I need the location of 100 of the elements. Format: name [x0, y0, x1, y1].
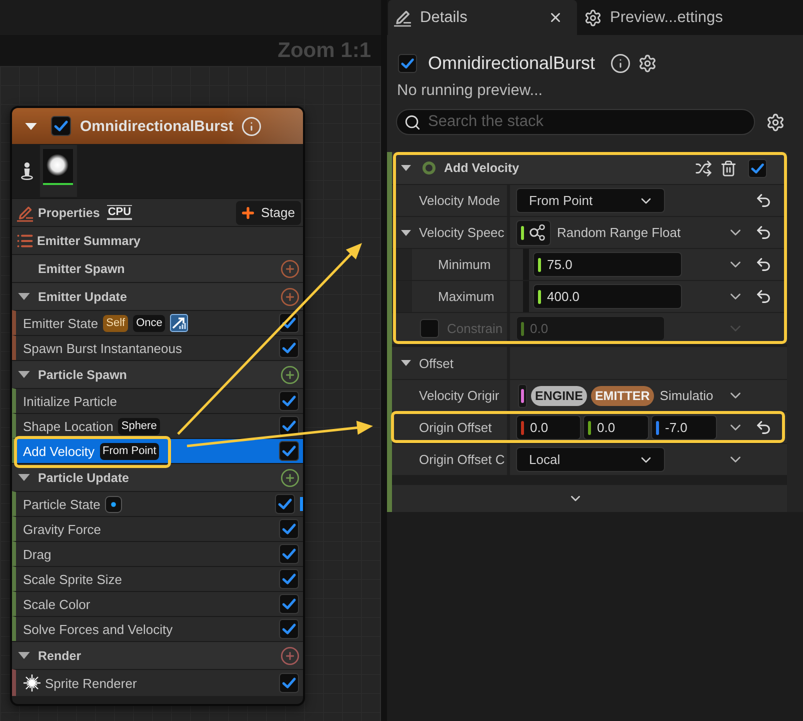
- module-row[interactable]: Particle State: [12, 491, 303, 516]
- checkbox[interactable]: [279, 519, 299, 539]
- curved-arrow-icon[interactable]: [754, 224, 772, 241]
- module-row[interactable]: Scale Color: [12, 591, 303, 616]
- property-label: Velocity Speec: [419, 225, 504, 240]
- tag: EMITTER: [590, 386, 654, 406]
- tag: From Point: [100, 442, 160, 460]
- trash-icon[interactable]: [720, 160, 737, 176]
- checkbox[interactable]: [279, 673, 299, 693]
- checkbox[interactable]: [51, 116, 71, 136]
- linked-input-button[interactable]: [518, 384, 527, 408]
- curved-arrow-icon[interactable]: [754, 288, 772, 305]
- checkbox[interactable]: [279, 594, 299, 614]
- tab[interactable]: Details: [388, 0, 577, 35]
- checkbox[interactable]: [279, 416, 299, 436]
- curved-arrow-icon[interactable]: [754, 256, 772, 273]
- checkbox[interactable]: [279, 544, 299, 564]
- tag: ENGINE: [531, 386, 587, 406]
- tag: Sphere: [118, 418, 160, 434]
- checkbox[interactable]: [279, 338, 299, 358]
- caret-down-icon[interactable]: [401, 165, 411, 171]
- number-field[interactable]: 0.0: [583, 415, 649, 440]
- property-label: Maximum: [438, 289, 494, 304]
- checkbox[interactable]: [279, 619, 299, 639]
- checkbox[interactable]: [275, 494, 295, 514]
- stage-header[interactable]: Particle Update: [12, 463, 303, 491]
- info-icon[interactable]: [241, 116, 262, 136]
- tag: Once: [133, 314, 166, 332]
- number-field[interactable]: -7.0: [651, 415, 717, 440]
- settings-icon[interactable]: [638, 54, 658, 72]
- checkbox[interactable]: [398, 54, 417, 72]
- plus-circle-icon[interactable]: [280, 286, 300, 306]
- shuffle-icon[interactable]: [695, 160, 712, 176]
- pencil-icon: [16, 204, 34, 222]
- summary-row[interactable]: Emitter Summary: [12, 226, 303, 254]
- caret-down-icon[interactable]: [18, 474, 30, 481]
- number-field[interactable]: 400.0: [533, 284, 682, 309]
- node-title: OmnidirectionalBurst: [80, 118, 234, 134]
- value-text: Simulatio: [660, 388, 714, 403]
- close-icon[interactable]: [548, 10, 563, 25]
- property-label: Origin Offset C: [419, 452, 505, 467]
- caret-down-icon[interactable]: [401, 360, 411, 366]
- sprite-thumbnail[interactable]: [40, 145, 77, 197]
- plus-circle-icon[interactable]: [280, 258, 300, 278]
- property-label: Velocity Origir: [419, 388, 500, 403]
- checkbox[interactable]: [279, 569, 299, 589]
- caret-down-icon[interactable]: [18, 293, 30, 300]
- curved-arrow-icon[interactable]: [754, 419, 772, 436]
- status-text: No running preview...: [397, 81, 544, 101]
- caret-down-icon[interactable]: [18, 371, 30, 378]
- plus-circle-icon[interactable]: [280, 468, 300, 488]
- search-field[interactable]: Search the stack: [396, 109, 755, 135]
- module-row[interactable]: Sprite Renderer: [12, 669, 303, 696]
- plus-circle-icon[interactable]: [280, 646, 300, 666]
- plus-circle-icon[interactable]: [280, 364, 300, 384]
- number-field[interactable]: 75.0: [533, 252, 682, 277]
- dropdown[interactable]: From Point: [516, 188, 665, 213]
- curved-arrow-icon[interactable]: [754, 192, 772, 209]
- module-row[interactable]: Spawn Burst Instantaneous: [12, 335, 303, 360]
- emitter-node[interactable]: [10, 106, 305, 706]
- figure-icon[interactable]: [21, 162, 33, 180]
- caret-down-icon[interactable]: [25, 122, 37, 130]
- stage-header[interactable]: Emitter Update: [12, 282, 303, 310]
- starburst-icon: [23, 674, 41, 692]
- emitter-name: OmnidirectionalBurst: [428, 52, 596, 74]
- module-row[interactable]: Initialize Particle: [12, 388, 303, 413]
- dropdown[interactable]: Local: [516, 447, 665, 472]
- ring-icon: [422, 161, 436, 175]
- module-row[interactable]: Emitter State Self Once: [12, 310, 303, 335]
- module-title: Add Velocity: [444, 161, 520, 175]
- stage-header[interactable]: Particle Spawn: [12, 360, 303, 388]
- plus-icon: [240, 204, 256, 220]
- chart-icon: [170, 314, 188, 332]
- sim-target-label: CPU: [106, 205, 132, 220]
- module-row[interactable]: Drag: [12, 541, 303, 566]
- info-icon[interactable]: [610, 52, 632, 74]
- search-icon: [404, 114, 421, 130]
- checkbox[interactable]: [279, 441, 299, 461]
- checkbox[interactable]: [748, 158, 767, 178]
- module-row[interactable]: Gravity Force: [12, 516, 303, 541]
- settings-icon: [584, 8, 602, 26]
- node-header[interactable]: OmnidirectionalBurst: [12, 108, 303, 144]
- settings-icon[interactable]: [766, 112, 785, 132]
- checkbox[interactable]: [279, 391, 299, 411]
- module-row[interactable]: Solve Forces and Velocity: [12, 616, 303, 641]
- section-header[interactable]: Offset: [392, 344, 787, 379]
- properties-label: Properties: [38, 206, 100, 220]
- caret-down-icon[interactable]: [18, 652, 30, 659]
- tab[interactable]: Preview...ettings: [579, 0, 737, 35]
- stage-header[interactable]: Render: [12, 641, 303, 669]
- connected-circles-icon: [529, 224, 546, 241]
- number-field[interactable]: 0.0: [516, 415, 581, 440]
- property-label: Velocity Mode: [419, 193, 500, 208]
- stage-header[interactable]: Emitter Spawn: [12, 254, 303, 282]
- caret-down-icon[interactable]: [401, 230, 411, 236]
- module-row[interactable]: Shape Location Sphere: [12, 413, 303, 438]
- dynamic-input-button[interactable]: [516, 220, 551, 246]
- add-stage-button[interactable]: Stage: [236, 200, 301, 224]
- tag: Self: [103, 314, 128, 332]
- module-row[interactable]: Scale Sprite Size: [12, 566, 303, 591]
